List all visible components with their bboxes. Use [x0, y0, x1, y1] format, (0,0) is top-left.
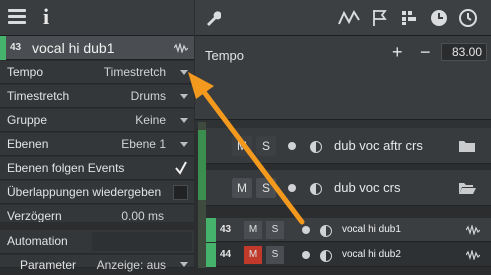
- mute-button[interactable]: M: [232, 178, 252, 198]
- layers-row[interactable]: Ebenen Ebene 1: [0, 133, 194, 156]
- inspector-track-header: 43 vocal hi dub1: [0, 36, 194, 60]
- monitor-icon[interactable]: [310, 141, 322, 153]
- track-name[interactable]: vocal hi dub1: [342, 218, 401, 242]
- waveform-icon: [466, 250, 480, 260]
- tempo-minus-button[interactable]: −: [420, 42, 431, 63]
- track-number: 43: [220, 224, 232, 235]
- parameter-row[interactable]: Parameter Anzeige: aus: [0, 255, 194, 272]
- tempo-row[interactable]: Tempo Timestretch: [0, 61, 194, 84]
- arrange-toolbar: [195, 0, 491, 36]
- record-icon[interactable]: [288, 142, 296, 150]
- chevron-down-icon[interactable]: [180, 118, 188, 123]
- mute-button-active[interactable]: M: [244, 246, 262, 264]
- track-name[interactable]: vocal hi dub2: [342, 243, 401, 267]
- parameter-value[interactable]: Anzeige: aus: [97, 255, 166, 275]
- solo-button[interactable]: S: [266, 221, 284, 239]
- info-icon[interactable]: i: [40, 5, 52, 29]
- wrench-icon[interactable]: [205, 10, 221, 26]
- mute-button[interactable]: M: [232, 136, 252, 156]
- timestretch-value[interactable]: Drums: [131, 85, 166, 108]
- waveform-icon: [174, 43, 188, 53]
- parameter-label: Parameter: [20, 258, 77, 272]
- group-value[interactable]: Keine: [135, 109, 166, 132]
- folder-icon[interactable]: [458, 139, 476, 153]
- solo-button[interactable]: S: [256, 178, 276, 198]
- tempo-label: Tempo: [7, 65, 44, 79]
- folder-color-segment: [198, 130, 206, 200]
- timeline-strip: [195, 120, 491, 128]
- track-number: 43: [10, 42, 22, 53]
- inspector-toolbar: i: [0, 0, 194, 36]
- record-icon[interactable]: [302, 251, 310, 259]
- play-overlaps-checkbox[interactable]: [173, 185, 188, 200]
- record-icon[interactable]: [288, 184, 296, 192]
- chevron-down-icon[interactable]: [180, 94, 188, 99]
- section-divider: [0, 222, 194, 230]
- automation-curve-icon[interactable]: [338, 10, 360, 26]
- folder-track-row[interactable]: M S dub voc crs: [206, 170, 491, 206]
- monitor-icon[interactable]: [320, 225, 332, 237]
- track-number: 44: [220, 249, 232, 260]
- group-row[interactable]: Gruppe Keine: [0, 109, 194, 132]
- tempo-value-field[interactable]: 83.00: [441, 43, 487, 61]
- track-name[interactable]: vocal hi dub1: [32, 36, 115, 60]
- automation-field[interactable]: [92, 232, 192, 251]
- tempo-track-label: Tempo: [205, 48, 245, 63]
- layers-label: Ebenen: [7, 137, 49, 151]
- track-color-swatch[interactable]: [206, 218, 216, 242]
- chevron-down-icon[interactable]: [180, 262, 188, 267]
- folder-track-name[interactable]: dub voc aftr crs: [334, 138, 423, 153]
- timestretch-label: Timestretch: [7, 89, 70, 103]
- play-overlaps-label: Überlappungen wiedergeben: [7, 185, 162, 199]
- mute-button[interactable]: M: [244, 221, 262, 239]
- track-row-selected[interactable]: 43 M S vocal hi dub1: [206, 218, 491, 242]
- record-icon[interactable]: [302, 226, 310, 234]
- flag-icon[interactable]: [371, 9, 387, 27]
- chevron-down-icon[interactable]: [180, 70, 188, 75]
- tempo-mode-value[interactable]: Timestretch: [104, 61, 166, 84]
- tempo-clock-icon[interactable]: [430, 9, 448, 27]
- monitor-icon[interactable]: [310, 183, 322, 195]
- folder-track-name[interactable]: dub voc crs: [334, 180, 400, 195]
- timestretch-row[interactable]: Timestretch Drums: [0, 85, 194, 108]
- group-label: Gruppe: [7, 113, 48, 127]
- grid-icon[interactable]: [401, 10, 417, 26]
- tempo-track-panel: Tempo + − 83.00: [195, 36, 491, 120]
- monitor-icon[interactable]: [320, 250, 332, 262]
- tempo-plus-button[interactable]: +: [392, 42, 403, 63]
- track-color-swatch[interactable]: [206, 243, 216, 267]
- layers-follow-events-label: Ebenen folgen Events: [7, 161, 125, 175]
- checkmark-icon[interactable]: [174, 160, 188, 176]
- automation-label: Automation: [7, 234, 68, 248]
- layers-value[interactable]: Ebene 1: [121, 133, 166, 156]
- track-row[interactable]: 44 M S vocal hi dub2: [206, 243, 491, 267]
- menu-icon[interactable]: [8, 9, 26, 25]
- layers-follow-events-row[interactable]: Ebenen folgen Events: [0, 157, 194, 180]
- play-overlaps-row[interactable]: Überlappungen wiedergeben: [0, 181, 194, 204]
- folder-track-row[interactable]: M S dub voc aftr crs: [206, 128, 491, 164]
- waveform-icon: [466, 225, 480, 235]
- solo-button[interactable]: S: [266, 246, 284, 264]
- clock-icon[interactable]: [459, 9, 477, 27]
- chevron-down-icon[interactable]: [180, 142, 188, 147]
- solo-button[interactable]: S: [256, 136, 276, 156]
- automation-row[interactable]: Automation: [0, 230, 194, 254]
- folder-open-icon[interactable]: [458, 181, 476, 195]
- track-color-swatch[interactable]: [0, 36, 6, 60]
